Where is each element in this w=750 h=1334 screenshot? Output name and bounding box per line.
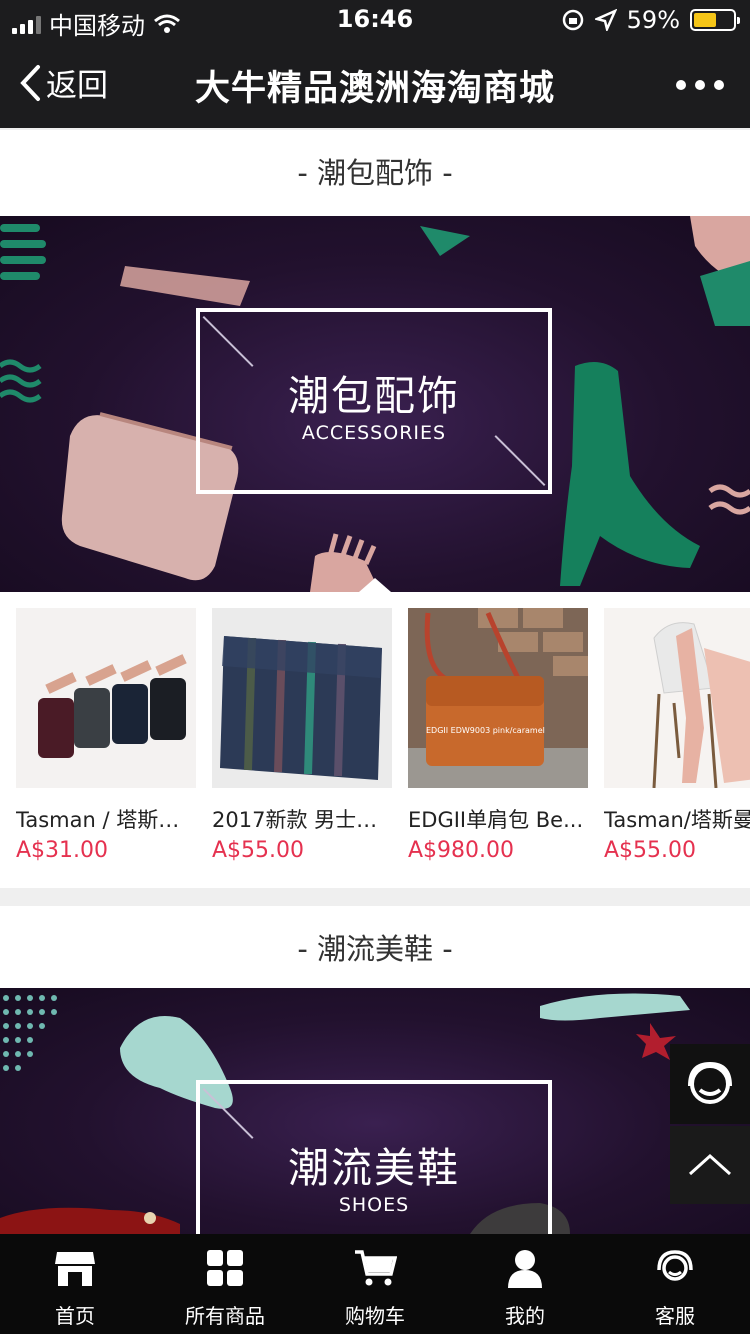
shop-icon (55, 1252, 95, 1286)
product-price: A$55.00 (604, 838, 697, 863)
product-price: A$31.00 (16, 838, 109, 863)
battery-icon (690, 9, 740, 31)
tab-label: 客服 (655, 1304, 695, 1328)
product-price: A$980.00 (408, 838, 515, 863)
headset-icon (657, 1250, 693, 1281)
tab-label: 购物车 (345, 1304, 405, 1328)
rotation-lock-icon (562, 9, 583, 31)
banner-subtitle: SHOES (338, 1194, 410, 1216)
page-title: 大牛精品澳洲海淘商城 (194, 69, 555, 109)
banner-frame: 潮流美鞋 SHOES (196, 1080, 552, 1234)
product-name: Tasman / 塔斯曼羊毛手套 (16, 808, 196, 832)
tab-customer-service[interactable]: 客服 (600, 1234, 750, 1334)
section-header-accessories: - 潮包配饰 - (0, 130, 750, 216)
chevron-up-icon (688, 1153, 732, 1176)
tab-all-products[interactable]: 所有商品 (150, 1234, 300, 1334)
product-name: 2017新款 男士羊毛围巾 (212, 808, 392, 832)
tab-label: 所有商品 (185, 1304, 265, 1328)
customer-service-float-button[interactable] (670, 1044, 750, 1124)
tab-cart[interactable]: 购物车 (300, 1234, 450, 1334)
product-carousel[interactable]: Tasman / 塔斯曼羊毛手套 A$31.00 2017新款 男士羊毛围巾 A… (0, 592, 750, 888)
back-to-top-button[interactable] (670, 1126, 750, 1204)
product-image-shawl (604, 608, 750, 788)
status-bar: 中国移动 16:46 59% (0, 0, 750, 40)
product-card[interactable]: Tasman/塔斯曼羊毛披肩 A$55.00 (604, 608, 750, 863)
more-menu-button[interactable] (676, 80, 724, 90)
tab-label: 首页 (55, 1304, 95, 1328)
battery-percent: 59% (626, 6, 680, 34)
section-header-shoes: - 潮流美鞋 - (0, 906, 750, 992)
tab-me[interactable]: 我的 (450, 1234, 600, 1334)
banner-title: 潮流美鞋 (288, 1144, 460, 1192)
product-image-caption: EDGII EDW9003 pink/caramel (426, 726, 545, 735)
headset-icon (688, 1061, 732, 1104)
product-image-scarf (212, 608, 392, 788)
product-image-shoulder-bag: EDGII EDW9003 pink/caramel (408, 608, 588, 788)
product-price: A$55.00 (212, 838, 305, 863)
product-card[interactable]: 2017新款 男士羊毛围巾 A$55.00 (212, 608, 392, 863)
tab-home[interactable]: 首页 (0, 1234, 150, 1334)
product-image-gloves (16, 608, 196, 788)
banner-shoes[interactable]: 潮流美鞋 SHOES (0, 988, 750, 1234)
banner-pointer (359, 578, 391, 592)
product-name: Tasman/塔斯曼羊毛披肩 (604, 808, 750, 832)
banner-title: 潮包配饰 (288, 372, 460, 420)
banner-subtitle: ACCESSORIES (301, 422, 447, 444)
product-card[interactable]: Tasman / 塔斯曼羊毛手套 A$31.00 (16, 608, 196, 863)
grid-icon (207, 1250, 243, 1286)
product-card[interactable]: EDGII EDW9003 pink/caramel EDGII单肩包 Be..… (408, 608, 588, 863)
banner-accessories[interactable]: 潮包配饰 ACCESSORIES (0, 216, 750, 592)
user-icon (508, 1250, 542, 1288)
location-icon (594, 9, 617, 31)
cart-icon (355, 1250, 397, 1286)
banner-frame: 潮包配饰 ACCESSORIES (196, 308, 552, 494)
bottom-tab-bar: 首页 所有商品 购物车 我的 客服 (0, 1234, 750, 1334)
nav-bar: 返回 大牛精品澳洲海淘商城 (0, 40, 750, 128)
tab-label: 我的 (505, 1304, 545, 1328)
product-name: EDGII单肩包 Be... (408, 808, 584, 832)
